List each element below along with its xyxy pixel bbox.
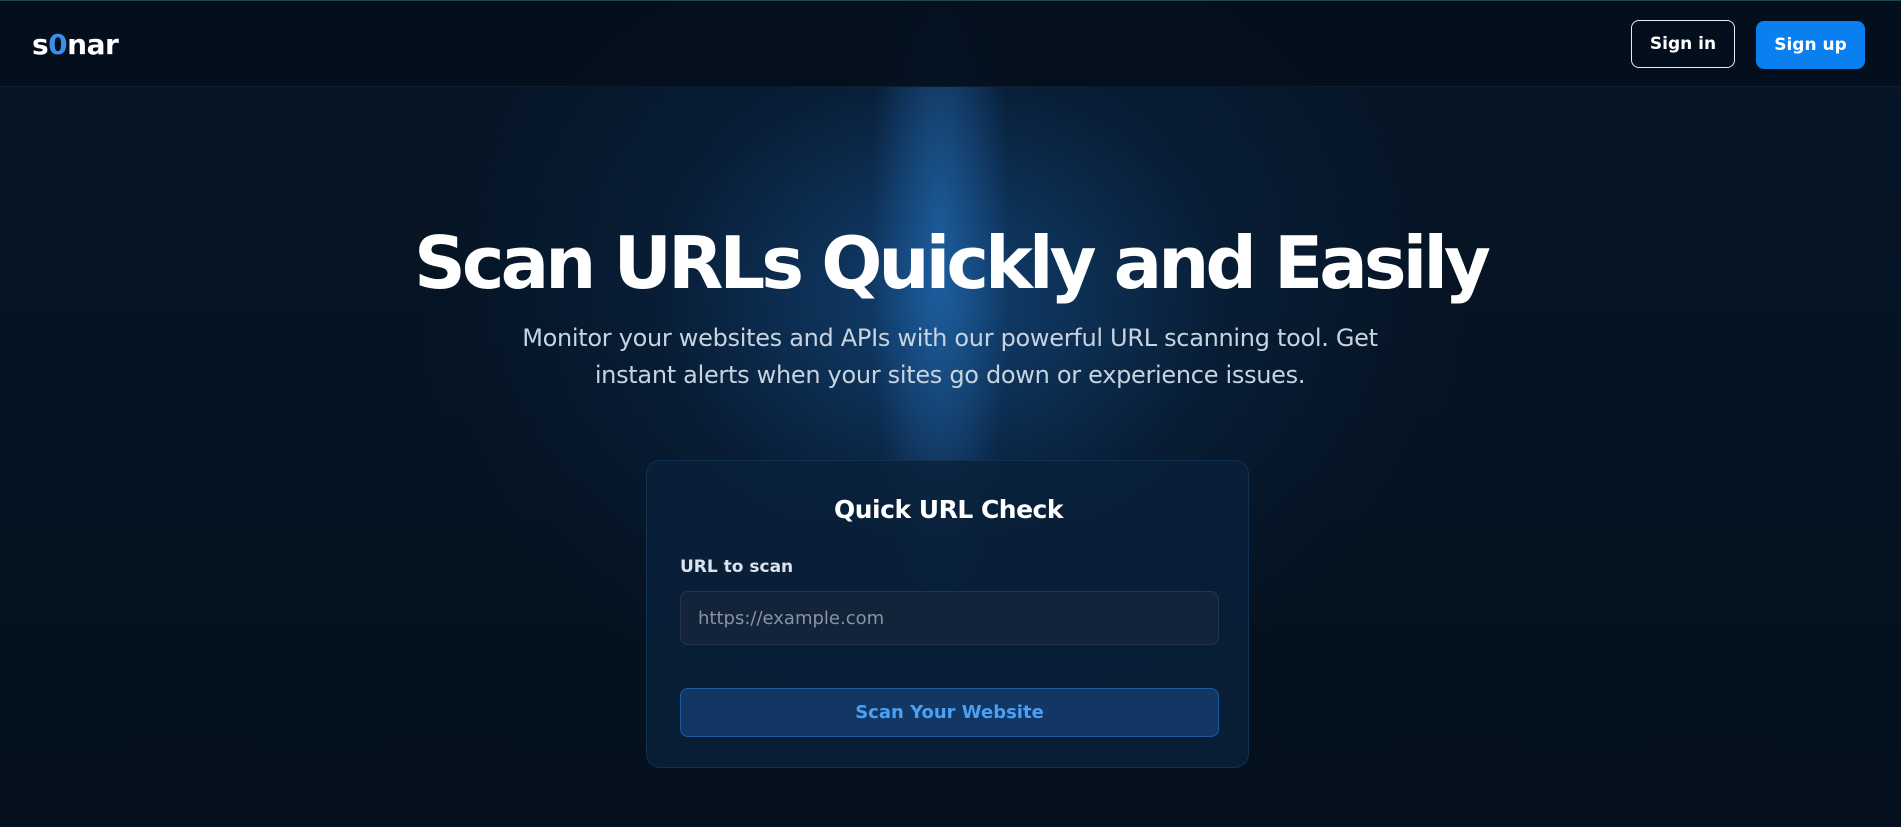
quick-url-check-card: Quick URL Check URL to scan Scan Your We… [646,460,1249,768]
logo-prefix: s [32,28,49,61]
logo-accent: 0 [48,28,68,61]
sign-up-button[interactable]: Sign up [1756,21,1865,69]
url-field-label: URL to scan [680,557,794,577]
brand-logo[interactable]: s0nar [32,28,119,61]
hero-subtitle: Monitor your websites and APIs with our … [522,324,1378,389]
scan-website-button[interactable]: Scan Your Website [680,688,1219,737]
landing-page: s0nar Sign in Sign up Scan URLs Quickly … [0,0,1901,827]
url-input[interactable] [680,591,1219,645]
top-navbar: s0nar Sign in Sign up [0,1,1901,87]
sign-in-button[interactable]: Sign in [1631,20,1735,68]
card-title: Quick URL Check [834,495,1064,524]
hero-title: Scan URLs Quickly and Easily [414,221,1491,305]
logo-suffix: nar [67,28,119,61]
